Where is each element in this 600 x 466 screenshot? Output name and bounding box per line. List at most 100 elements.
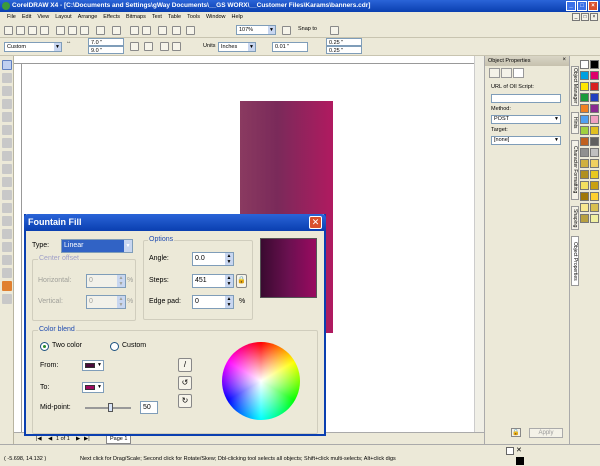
current-page-icon[interactable]	[172, 42, 181, 51]
menu-layout[interactable]: Layout	[52, 12, 75, 23]
outline-tool-icon[interactable]	[2, 268, 12, 278]
nudge-distance-field[interactable]: 0.01 "	[272, 42, 308, 52]
palette-swatch[interactable]	[590, 170, 599, 179]
doc-minimize-button[interactable]: _	[572, 13, 580, 21]
palette-swatch[interactable]	[580, 203, 589, 212]
steps-lock-icon[interactable]: 🔒	[236, 274, 247, 288]
all-pages-icon[interactable]	[160, 42, 169, 51]
export-icon[interactable]	[142, 26, 151, 35]
docker-close-icon[interactable]: ×	[562, 57, 566, 63]
corel-online-icon[interactable]	[186, 26, 195, 35]
previous-page-icon[interactable]: ◀	[48, 436, 52, 442]
paper-type-combo[interactable]: Custom ▼	[4, 42, 62, 52]
redo-icon[interactable]	[112, 26, 121, 35]
interactive-fill-tool-icon[interactable]	[2, 294, 12, 304]
portrait-icon[interactable]	[130, 42, 139, 51]
fill-tab-icon[interactable]	[489, 68, 500, 78]
outline-color-indicator-icon[interactable]	[516, 457, 524, 465]
palette-swatch[interactable]	[580, 214, 589, 223]
options-icon[interactable]	[330, 26, 339, 35]
clockwise-blend-icon[interactable]: ↻	[178, 394, 192, 408]
palette-swatch[interactable]	[580, 115, 589, 124]
smart-fill-tool-icon[interactable]	[2, 125, 12, 135]
target-select[interactable]: [none] ▼	[491, 136, 561, 145]
palette-swatch[interactable]	[590, 203, 599, 212]
menu-tools[interactable]: Tools	[184, 12, 203, 23]
menu-effects[interactable]: Effects	[100, 12, 123, 23]
doc-restore-button[interactable]: □	[581, 13, 589, 21]
snap-to-dropdown[interactable]: Snap to	[298, 26, 317, 32]
undo-icon[interactable]	[96, 26, 105, 35]
palette-swatch[interactable]	[580, 126, 589, 135]
two-color-radio[interactable]	[40, 342, 49, 351]
palette-swatch[interactable]	[590, 148, 599, 157]
crop-tool-icon[interactable]	[2, 86, 12, 96]
fill-preview[interactable]	[260, 238, 317, 298]
palette-swatch[interactable]	[580, 93, 589, 102]
units-combo[interactable]: Inches ▼	[218, 42, 256, 52]
tab-hints[interactable]: Hints	[571, 112, 579, 134]
dimension-tool-icon[interactable]	[2, 216, 12, 226]
basic-shapes-tool-icon[interactable]	[2, 177, 12, 187]
to-color-picker[interactable]: ▼	[82, 382, 104, 393]
menu-file[interactable]: File	[4, 12, 19, 23]
import-icon[interactable]	[130, 26, 139, 35]
cut-icon[interactable]	[56, 26, 65, 35]
shape-tool-icon[interactable]	[2, 73, 12, 83]
tab-character-formatting[interactable]: Character Formatting	[571, 140, 579, 200]
last-page-icon[interactable]: ▶|	[84, 436, 90, 442]
paper-width-field[interactable]: 7.0 "	[88, 38, 124, 46]
tab-object-manager[interactable]: Object Manager	[571, 66, 579, 106]
palette-swatch[interactable]	[580, 170, 589, 179]
rectangle-tool-icon[interactable]	[2, 138, 12, 148]
full-screen-preview-icon[interactable]	[282, 26, 291, 35]
polygon-tool-icon[interactable]	[2, 164, 12, 174]
palette-swatch[interactable]	[580, 148, 589, 157]
palette-swatch[interactable]	[590, 159, 599, 168]
palette-swatch[interactable]	[590, 93, 599, 102]
zoom-level-combo[interactable]: 107% ▼	[236, 25, 276, 35]
palette-swatch[interactable]	[580, 159, 589, 168]
next-page-icon[interactable]: ▶	[76, 436, 80, 442]
fill-tool-icon[interactable]	[2, 281, 12, 291]
horizontal-ruler[interactable]	[14, 56, 484, 64]
custom-radio[interactable]	[110, 342, 119, 351]
palette-swatch[interactable]	[580, 82, 589, 91]
palette-swatch[interactable]	[590, 115, 599, 124]
angle-spinner[interactable]: 0.0 ▲ ▼	[192, 252, 234, 266]
landscape-icon[interactable]	[144, 42, 153, 51]
palette-swatch[interactable]	[580, 181, 589, 190]
menu-bitmaps[interactable]: Bitmaps	[123, 12, 149, 23]
menu-edit[interactable]: Edit	[19, 12, 34, 23]
direct-blend-icon[interactable]: /	[178, 358, 192, 372]
menu-window[interactable]: Window	[203, 12, 229, 23]
menu-text[interactable]: Text	[149, 12, 165, 23]
doc-close-button[interactable]: ×	[590, 13, 598, 21]
dialog-close-button[interactable]: ✕	[309, 216, 322, 229]
open-icon[interactable]	[16, 26, 25, 35]
palette-swatch[interactable]	[590, 126, 599, 135]
from-color-picker[interactable]: ▼	[82, 360, 104, 371]
maximize-button[interactable]: □	[577, 1, 587, 11]
edge-pad-spinner[interactable]: 0 ▲ ▼	[192, 295, 234, 309]
palette-swatch[interactable]	[590, 60, 599, 69]
palette-swatch[interactable]	[590, 137, 599, 146]
print-icon[interactable]	[40, 26, 49, 35]
menu-help[interactable]: Help	[229, 12, 246, 23]
application-launcher-icon[interactable]	[158, 26, 167, 35]
url-input[interactable]	[491, 94, 561, 103]
palette-swatch[interactable]	[580, 192, 589, 201]
mid-point-slider-thumb[interactable]	[108, 403, 113, 412]
horizontal-spinner[interactable]: 0 ▲ ▼	[86, 274, 126, 288]
minimize-button[interactable]: _	[566, 1, 576, 11]
freehand-tool-icon[interactable]	[2, 112, 12, 122]
pick-tool-icon[interactable]	[2, 60, 12, 70]
vertical-spinner[interactable]: 0 ▲ ▼	[86, 295, 126, 309]
duplicate-y-field[interactable]: 0.25 "	[326, 46, 362, 54]
paper-height-field[interactable]: 9.0 "	[88, 46, 124, 54]
counterclockwise-blend-icon[interactable]: ↺	[178, 376, 192, 390]
menu-arrange[interactable]: Arrange	[75, 12, 101, 23]
eyedropper-tool-icon[interactable]	[2, 255, 12, 265]
save-icon[interactable]	[28, 26, 37, 35]
vertical-scrollbar[interactable]	[474, 56, 484, 432]
